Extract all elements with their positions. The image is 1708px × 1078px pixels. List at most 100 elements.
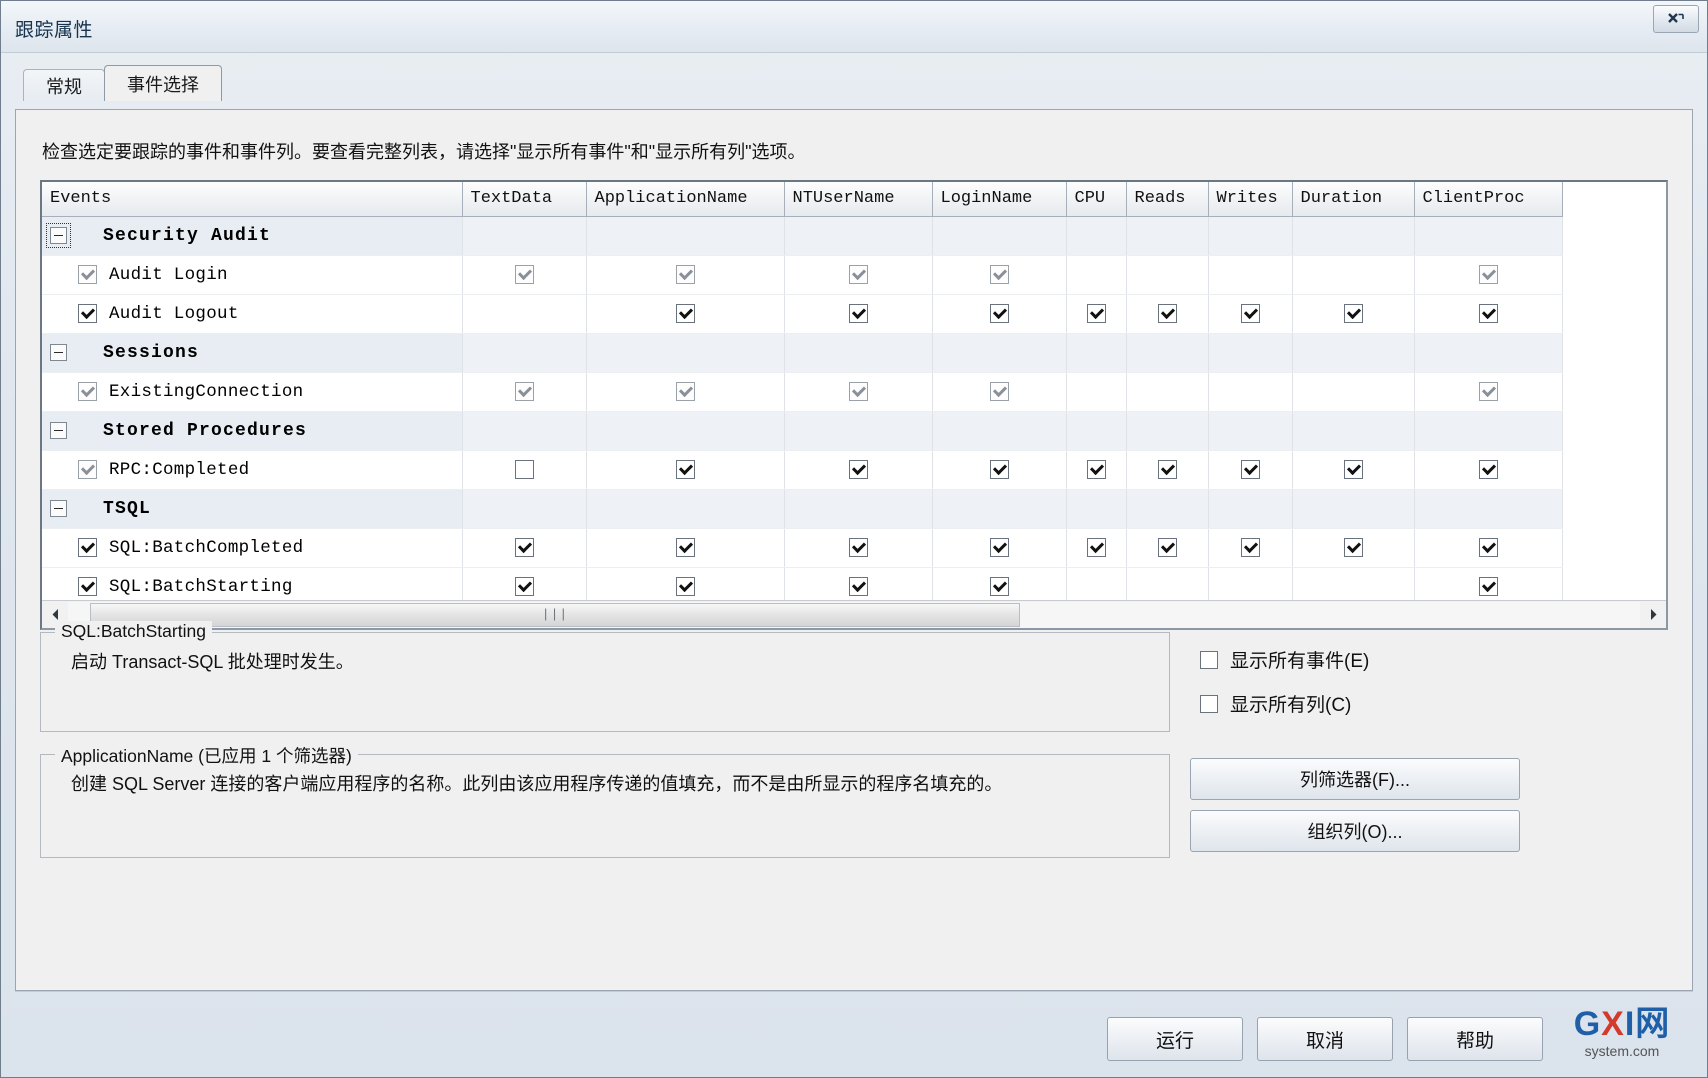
column-checkbox[interactable] [989,577,1009,596]
column-cell[interactable] [586,294,785,334]
column-checkbox[interactable] [1343,538,1363,557]
col-header-loginname[interactable]: LoginName [932,182,1067,217]
column-cell[interactable] [1208,333,1293,373]
column-cell[interactable] [1066,411,1127,451]
help-button[interactable]: 帮助 [1407,1017,1543,1061]
event-group-row[interactable]: Security Audit [42,216,1563,256]
column-cell[interactable] [462,255,587,295]
column-cell[interactable] [1126,528,1209,568]
column-cell[interactable] [1126,372,1209,412]
table-row[interactable]: Audit Logout [42,294,1563,334]
column-checkbox[interactable] [1240,460,1260,479]
col-header-applicationname[interactable]: ApplicationName [586,182,785,217]
column-cell[interactable] [586,450,785,490]
column-cell[interactable] [1066,489,1127,529]
column-cell[interactable] [1126,411,1209,451]
col-header-cpu[interactable]: CPU [1066,182,1127,217]
column-cell[interactable] [1292,255,1415,295]
column-cell[interactable] [932,255,1067,295]
column-checkbox[interactable] [1478,382,1498,401]
column-cell[interactable] [1208,489,1293,529]
column-cell[interactable] [784,372,933,412]
event-enable-checkbox[interactable] [78,577,97,596]
column-cell[interactable] [586,372,785,412]
events-cell[interactable]: TSQL [42,489,463,529]
scrollbar-thumb[interactable]: ||| [90,602,1020,627]
column-cell[interactable] [1126,294,1209,334]
col-header-clientprocessid[interactable]: ClientProc [1414,182,1563,217]
column-cell[interactable] [1292,216,1415,256]
column-cell[interactable] [784,411,933,451]
column-checkbox[interactable] [848,265,868,284]
column-checkbox[interactable] [675,460,695,479]
tab-general[interactable]: 常规 [23,69,105,101]
events-cell[interactable]: SQL:BatchCompleted [42,528,463,568]
column-checkbox[interactable] [675,265,695,284]
column-checkbox[interactable] [1343,460,1363,479]
column-cell[interactable] [1208,294,1293,334]
event-enable-checkbox[interactable] [78,304,97,323]
column-checkbox[interactable] [848,460,868,479]
events-cell[interactable]: RPC:Completed [42,450,463,490]
column-checkbox[interactable] [1157,460,1177,479]
column-cell[interactable] [1292,489,1415,529]
column-cell[interactable] [462,450,587,490]
column-cell[interactable] [462,411,587,451]
cancel-button[interactable]: 取消 [1257,1017,1393,1061]
column-cell[interactable] [784,255,933,295]
column-cell[interactable] [784,333,933,373]
table-row[interactable]: SQL:BatchCompleted [42,528,1563,568]
table-row[interactable]: ExistingConnection [42,372,1563,412]
column-checkbox[interactable] [848,382,868,401]
column-cell[interactable] [462,333,587,373]
column-cell[interactable] [1208,411,1293,451]
column-cell[interactable] [1414,411,1563,451]
column-cell[interactable] [784,450,933,490]
column-checkbox[interactable] [989,304,1009,323]
column-cell[interactable] [1126,255,1209,295]
column-checkbox[interactable] [1343,304,1363,323]
column-cell[interactable] [1208,216,1293,256]
column-cell[interactable] [1126,333,1209,373]
column-cell[interactable] [462,372,587,412]
column-cell[interactable] [462,489,587,529]
col-header-events[interactable]: Events [42,182,463,217]
column-cell[interactable] [586,255,785,295]
column-cell[interactable] [1292,333,1415,373]
event-group-row[interactable]: Sessions [42,333,1563,373]
column-cell[interactable] [1066,372,1127,412]
tab-event-selection[interactable]: 事件选择 [104,65,222,101]
column-checkbox[interactable] [514,538,534,557]
column-filters-button[interactable]: 列筛选器(F)... [1190,758,1520,800]
close-button[interactable] [1653,5,1699,33]
column-checkbox[interactable] [989,265,1009,284]
column-cell[interactable] [1292,372,1415,412]
column-checkbox[interactable] [848,577,868,596]
column-cell[interactable] [1414,333,1563,373]
column-cell[interactable] [1126,450,1209,490]
col-header-reads[interactable]: Reads [1126,182,1209,217]
column-checkbox[interactable] [989,460,1009,479]
run-button[interactable]: 运行 [1107,1017,1243,1061]
event-enable-checkbox[interactable] [78,265,97,284]
column-cell[interactable] [586,528,785,568]
table-row[interactable]: Audit Login [42,255,1563,295]
column-checkbox[interactable] [848,538,868,557]
column-checkbox[interactable] [848,304,868,323]
column-checkbox[interactable] [1157,304,1177,323]
scrollbar-track[interactable]: ||| [68,601,1640,628]
column-checkbox[interactable] [1478,265,1498,284]
column-checkbox[interactable] [1086,304,1106,323]
column-checkbox[interactable] [1478,304,1498,323]
column-cell[interactable] [932,372,1067,412]
column-cell[interactable] [932,411,1067,451]
collapse-expander-icon[interactable] [50,344,67,361]
col-header-writes[interactable]: Writes [1208,182,1293,217]
col-header-duration[interactable]: Duration [1292,182,1415,217]
column-cell[interactable] [1066,255,1127,295]
column-cell[interactable] [1292,450,1415,490]
column-checkbox[interactable] [675,538,695,557]
column-checkbox[interactable] [1086,460,1106,479]
column-checkbox[interactable] [1478,538,1498,557]
column-cell[interactable] [1414,294,1563,334]
